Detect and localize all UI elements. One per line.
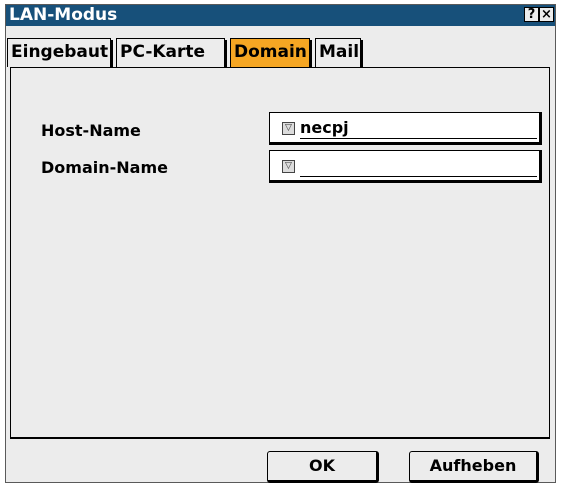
tab-mail[interactable]: Mail xyxy=(315,38,363,68)
title-bar[interactable]: LAN-Modus ? × xyxy=(6,5,555,26)
tab-bar: Eingebaut PC-Karte Domain Mail xyxy=(7,38,556,68)
host-name-field[interactable]: ▽ necpj xyxy=(269,112,542,145)
host-name-label: Host-Name xyxy=(41,121,141,140)
dropdown-caret-icon[interactable]: ▽ xyxy=(282,160,295,173)
tab-pc-karte[interactable]: PC-Karte xyxy=(116,38,227,68)
dropdown-caret-icon[interactable]: ▽ xyxy=(282,122,295,135)
domain-name-input[interactable] xyxy=(300,156,537,177)
tab-domain[interactable]: Domain xyxy=(230,38,312,68)
close-icon[interactable]: × xyxy=(539,7,554,22)
host-name-input[interactable]: necpj xyxy=(300,118,537,139)
window-title: LAN-Modus xyxy=(9,5,118,25)
cancel-button[interactable]: Aufheben xyxy=(409,451,539,483)
domain-name-field[interactable]: ▽ xyxy=(269,150,542,183)
ok-button[interactable]: OK xyxy=(267,451,379,483)
help-icon[interactable]: ? xyxy=(524,7,539,22)
lan-mode-dialog: LAN-Modus ? × Eingebaut PC-Karte Domain … xyxy=(5,4,556,483)
tab-eingebaut[interactable]: Eingebaut xyxy=(7,38,113,68)
domain-name-label: Domain-Name xyxy=(41,158,168,177)
panel-divider xyxy=(10,437,550,439)
